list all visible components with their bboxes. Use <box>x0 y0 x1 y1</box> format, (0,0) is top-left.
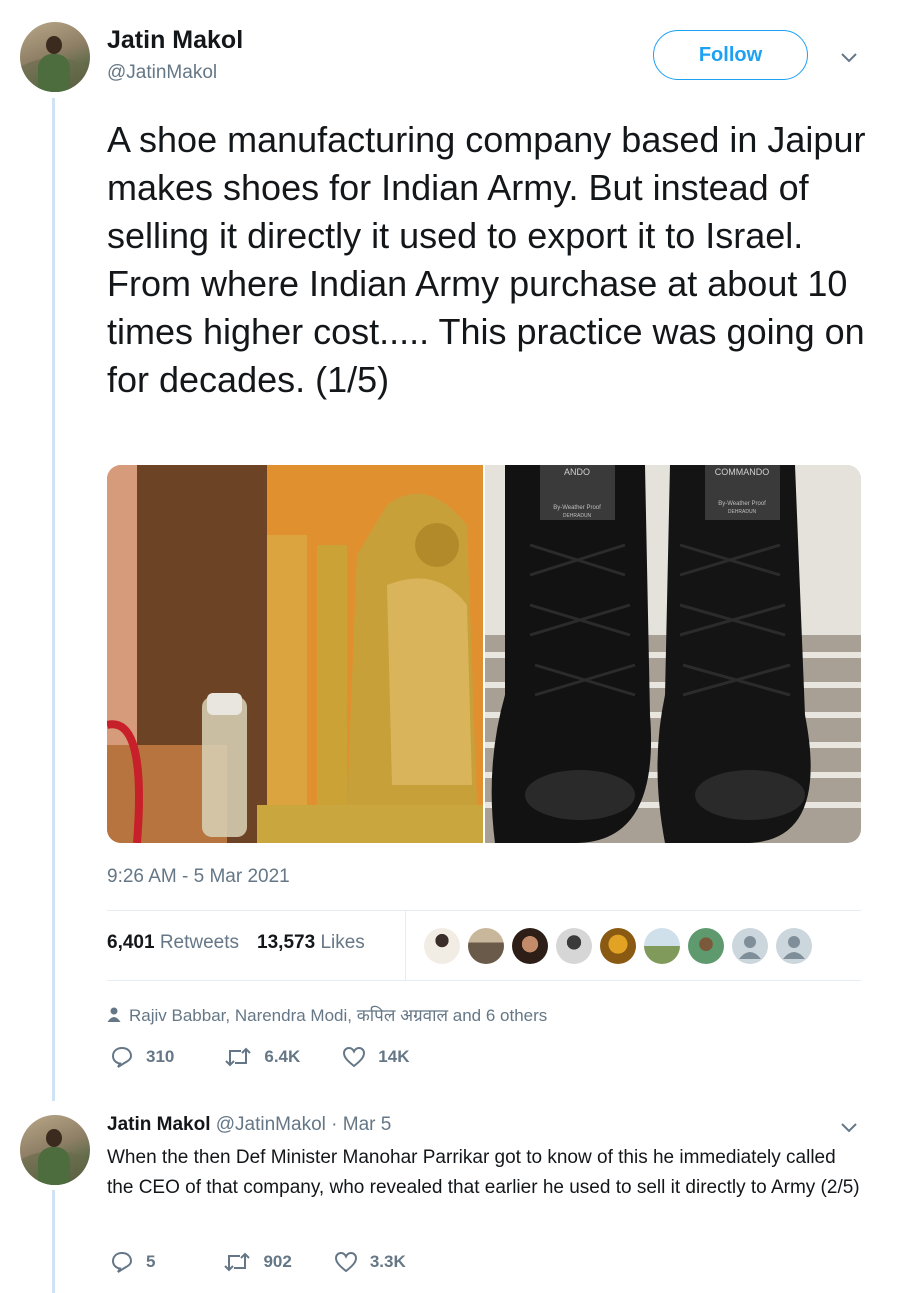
boots-photo[interactable]: ANDO By-Weather Proof DEHRADUN COMMANDO … <box>485 465 861 843</box>
tweet-media: ANDO By-Weather Proof DEHRADUN COMMANDO … <box>107 465 861 843</box>
liker-avatar[interactable] <box>512 928 548 964</box>
liker-avatar[interactable] <box>556 928 592 964</box>
liker-avatar[interactable] <box>600 928 636 964</box>
liker-avatars <box>424 928 812 964</box>
stats-separator <box>405 910 406 980</box>
follow-button[interactable]: Follow <box>653 30 808 80</box>
retweets-stat[interactable]: 6,401 Retweets <box>107 932 239 954</box>
liker-avatar[interactable] <box>644 928 680 964</box>
default-avatar-icon <box>783 936 805 959</box>
reply-actions: 5 902 3.3K <box>110 1250 448 1274</box>
thread-line <box>52 98 55 1101</box>
liked-by-context[interactable]: Rajiv Babbar, Narendra Modi, कपिल अग्रवा… <box>107 1003 547 1026</box>
boots-illustration: ANDO By-Weather Proof DEHRADUN COMMANDO … <box>485 465 861 843</box>
liker-avatar[interactable] <box>468 928 504 964</box>
like-action[interactable]: 14K <box>342 1045 409 1069</box>
tweet-actions: 310 6.4K 14K <box>110 1045 451 1069</box>
tweet-stats: 6,401 Retweets 13,573 Likes <box>107 932 365 954</box>
default-avatar-icon <box>739 936 761 959</box>
reply-author-name[interactable]: Jatin Makol <box>107 1114 210 1135</box>
reply-header: Jatin Makol @JatinMakol · Mar 5 <box>107 1114 391 1136</box>
default-avatar[interactable] <box>776 928 812 964</box>
retweet-action[interactable]: 6.4K <box>224 1045 300 1069</box>
liked-by-text: Rajiv Babbar, Narendra Modi, कपिल अग्रवा… <box>129 1006 548 1025</box>
tweet-text: A shoe manufacturing company based in Ja… <box>107 119 866 400</box>
reply-chevron-down-icon[interactable] <box>838 1116 860 1138</box>
reply-action[interactable]: 310 <box>110 1045 174 1069</box>
person-icon <box>107 1007 121 1022</box>
boot-label-left: ANDO <box>564 467 590 477</box>
likes-stat[interactable]: 13,573 Likes <box>257 932 365 954</box>
liker-avatar[interactable] <box>688 928 724 964</box>
heart-icon <box>343 1046 366 1068</box>
divider-top <box>107 910 861 911</box>
author-name[interactable]: Jatin Makol <box>107 26 243 55</box>
reply-date[interactable]: · Mar 5 <box>331 1114 391 1135</box>
author-avatar[interactable] <box>20 22 90 92</box>
reply-reply-action[interactable]: 5 <box>110 1250 155 1274</box>
boot-sub-left: By-Weather Proof <box>553 505 601 511</box>
reply-icon <box>111 1251 133 1273</box>
thread-line-bottom <box>52 1190 55 1293</box>
retweet-icon <box>225 1047 252 1067</box>
boot-city-left: DEHRADUN <box>563 513 592 519</box>
retweet-icon <box>224 1252 251 1272</box>
default-avatar[interactable] <box>732 928 768 964</box>
boot-label-right: COMMANDO <box>715 467 770 477</box>
liker-avatar[interactable] <box>424 928 460 964</box>
reply-icon <box>111 1046 133 1068</box>
reply-author-handle[interactable]: @JatinMakol <box>216 1114 326 1135</box>
statue-illustration <box>107 465 483 843</box>
chevron-down-icon[interactable] <box>838 46 860 68</box>
reply-like-action[interactable]: 3.3K <box>334 1250 406 1274</box>
reply-text: When the then Def Minister Manohar Parri… <box>107 1147 860 1198</box>
tweet-timestamp[interactable]: 9:26 AM - 5 Mar 2021 <box>107 866 290 888</box>
boot-sub-right: By-Weather Proof <box>718 501 766 507</box>
heart-icon <box>334 1251 357 1273</box>
divider-bottom <box>107 980 861 981</box>
statue-photo[interactable] <box>107 465 483 843</box>
reply-author-avatar[interactable] <box>20 1115 90 1185</box>
boot-city-right: DEHRADUN <box>728 509 757 515</box>
reply-retweet-action[interactable]: 902 <box>223 1250 292 1274</box>
author-handle[interactable]: @JatinMakol <box>107 62 217 84</box>
